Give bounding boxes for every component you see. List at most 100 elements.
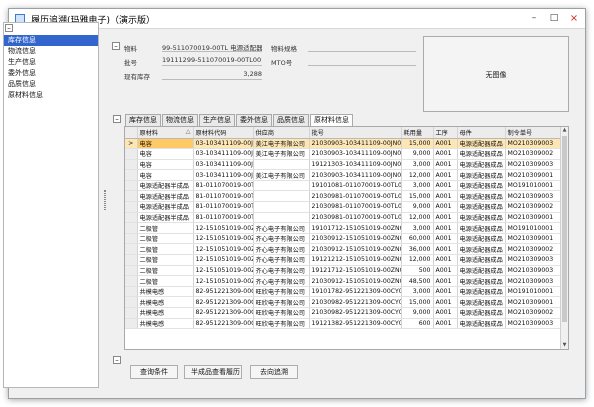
cell-batch[interactable]: 21030982-951221309-00CY001 [309, 296, 402, 308]
row-indicator[interactable] [125, 148, 138, 160]
cell-supplier[interactable]: 齐心电子有限公司 [253, 275, 310, 287]
cell-process[interactable]: A001 [433, 180, 458, 192]
cell-material[interactable]: 二极管 [137, 265, 194, 277]
cell-material[interactable]: 电容 [137, 169, 194, 181]
cell-parent[interactable]: 电源适配器成品 [457, 169, 506, 181]
cell-usage[interactable]: 15,000 [401, 190, 434, 203]
table-row[interactable]: 电源适配器半成品 81-011070019-00TL 21030981-011070… [125, 212, 563, 224]
cell-parent[interactable]: 电源适配器成品 [457, 159, 506, 171]
row-indicator[interactable] [125, 159, 138, 171]
cell-material[interactable]: 电容 [137, 159, 194, 171]
query-conditions-button[interactable]: 查询条件 [130, 365, 178, 379]
cell-batch[interactable]: 21030981-011070019-00TL001 [309, 201, 402, 213]
row-indicator[interactable] [125, 318, 138, 330]
table-row[interactable]: 电容 03-103411109-00JN 美江电子有限公司 21030903-1034… [125, 169, 563, 181]
cell-material-code[interactable]: 12-151051019-00ZN [193, 275, 254, 287]
cell-process[interactable]: A001 [433, 159, 458, 171]
cell-usage[interactable]: 12,000 [401, 212, 434, 224]
sidebar-item-production[interactable]: 生产信息 [4, 57, 98, 68]
row-indicator[interactable] [125, 286, 138, 298]
cell-material-code[interactable]: 12-151051019-00ZN [193, 265, 254, 277]
cell-material[interactable]: 电源适配器半成品 [137, 180, 194, 192]
cell-material[interactable]: 电源适配器半成品 [137, 190, 194, 203]
cell-supplier[interactable]: 美江电子有限公司 [253, 138, 310, 150]
cell-order-no[interactable]: MO191010001 [505, 180, 563, 192]
cell-order-no[interactable]: MO210309003 [505, 190, 563, 203]
cell-parent[interactable]: 电源适配器成品 [457, 286, 506, 298]
splitter-grip[interactable] [104, 190, 106, 210]
row-indicator[interactable] [125, 265, 138, 277]
cell-material[interactable]: 二极管 [137, 254, 194, 266]
cell-material[interactable]: 共模电感 [137, 286, 194, 298]
cell-parent[interactable]: 电源适配器成品 [457, 254, 506, 266]
cell-batch[interactable]: 21030903-103411109-00JN001 [309, 169, 402, 181]
table-row[interactable]: 二极管12-151051019-00ZN齐心电子有限公司19101712-151… [125, 222, 563, 234]
cell-process[interactable]: A001 [433, 190, 458, 203]
cell-batch[interactable]: 21030981-011070019-00TL001 [309, 190, 402, 203]
cell-material[interactable]: 二极管 [137, 233, 194, 245]
row-indicator[interactable] [125, 296, 138, 308]
column-header-parent[interactable]: 母件 [457, 127, 506, 139]
cell-batch[interactable]: 19101782-951221309-00CY002 [309, 286, 402, 298]
cell-batch[interactable]: 21030981-011070019-00TL001 [309, 212, 402, 224]
row-indicator[interactable] [125, 254, 138, 266]
minimize-button[interactable]: – [527, 12, 541, 25]
sidebar-collapse-toggle[interactable]: – [5, 24, 13, 32]
cell-material-code[interactable]: 81-011070019-00TL [193, 180, 254, 192]
table-row[interactable]: 电容 03-103411109-00JN 美江电子有限公司 21030903-1034… [125, 148, 563, 160]
cell-process[interactable]: A001 [433, 222, 458, 234]
cell-material-code[interactable]: 82-951221309-00CY [193, 318, 254, 330]
cell-order-no[interactable]: MO210309003 [505, 138, 563, 150]
sidebar-item-raw-material[interactable]: 原材料信息 [4, 90, 98, 101]
cell-supplier[interactable] [253, 159, 310, 171]
row-indicator[interactable] [125, 190, 138, 203]
cell-parent[interactable]: 电源适配器成品 [457, 265, 506, 277]
scroll-up-icon[interactable]: ▲ [561, 127, 568, 134]
cell-order-no[interactable]: MO210309001 [505, 233, 563, 245]
cell-parent[interactable]: 电源适配器成品 [457, 190, 506, 203]
table-row[interactable]: 共模电感 82-951221309-00CY 旺欣电子有限公司 19121382-95… [125, 318, 563, 330]
cell-material[interactable]: 二极管 [137, 222, 194, 234]
cell-process[interactable]: A001 [433, 243, 458, 256]
cell-material-code[interactable]: 12-151051019-00ZN [193, 254, 254, 266]
cell-supplier[interactable] [253, 190, 310, 203]
table-row[interactable]: 电容 03-103411109-00JN 19121303-103411109-00… [125, 159, 563, 171]
cell-usage[interactable]: 3,000 [401, 286, 434, 298]
sidebar-item-outsourcing[interactable]: 委外信息 [4, 68, 98, 79]
cell-process[interactable]: A001 [433, 212, 458, 224]
cell-supplier[interactable]: 美江电子有限公司 [253, 148, 310, 160]
cell-batch[interactable]: 21030912-151051019-00ZN001 [309, 243, 402, 256]
cell-material-code[interactable]: 03-103411109-00JN [193, 169, 254, 181]
cell-usage[interactable]: 15,000 [401, 138, 434, 150]
cell-batch[interactable]: 19121303-103411109-00JN001 [309, 159, 402, 171]
close-button[interactable]: × [567, 12, 581, 25]
cell-process[interactable]: A001 [433, 318, 458, 330]
table-row[interactable]: 共模电感 82-951221309-00CY 旺欣电子有限公司 21030982-95… [125, 307, 563, 319]
cell-material-code[interactable]: 12-151051019-00ZN [193, 222, 254, 234]
table-row[interactable]: 共模电感 82-951221309-00CY 旺欣电子有限公司 21030982-95… [125, 296, 563, 308]
cell-batch[interactable]: 19121382-951221309-00CY001 [309, 318, 402, 330]
cell-order-no[interactable]: MO210309001 [505, 169, 563, 181]
column-header-order-no[interactable]: 制令单号 [505, 127, 563, 139]
cell-supplier[interactable]: 旺欣电子有限公司 [253, 307, 310, 319]
cell-material[interactable]: 共模电感 [137, 307, 194, 319]
cell-material-code[interactable]: 82-951221309-00CY [193, 286, 254, 298]
scroll-down-icon[interactable]: ▼ [561, 342, 568, 349]
cell-parent[interactable]: 电源适配器成品 [457, 212, 506, 224]
cell-process[interactable]: A001 [433, 201, 458, 213]
sidebar-item-quality[interactable]: 品质信息 [4, 79, 98, 90]
cell-material[interactable]: 共模电感 [137, 296, 194, 308]
cell-process[interactable]: A001 [433, 254, 458, 266]
cell-order-no[interactable]: MO210309001 [505, 296, 563, 308]
cell-material-code[interactable]: 03-103411109-00JN [193, 148, 254, 160]
cell-parent[interactable]: 电源适配器成品 [457, 233, 506, 245]
cell-parent[interactable]: 电源适配器成品 [457, 148, 506, 160]
cell-material-code[interactable]: 03-103411109-00JN [193, 138, 254, 150]
cell-usage[interactable]: 12,000 [401, 254, 434, 266]
cell-process[interactable]: A001 [433, 138, 458, 150]
cell-order-no[interactable]: MO210309002 [505, 243, 563, 256]
tab-logistics[interactable]: 物流信息 [162, 114, 198, 126]
cell-batch[interactable]: 19121212-151051019-00ZN001 [309, 254, 402, 266]
cell-supplier[interactable]: 齐心电子有限公司 [253, 243, 310, 256]
cell-supplier[interactable] [253, 201, 310, 213]
